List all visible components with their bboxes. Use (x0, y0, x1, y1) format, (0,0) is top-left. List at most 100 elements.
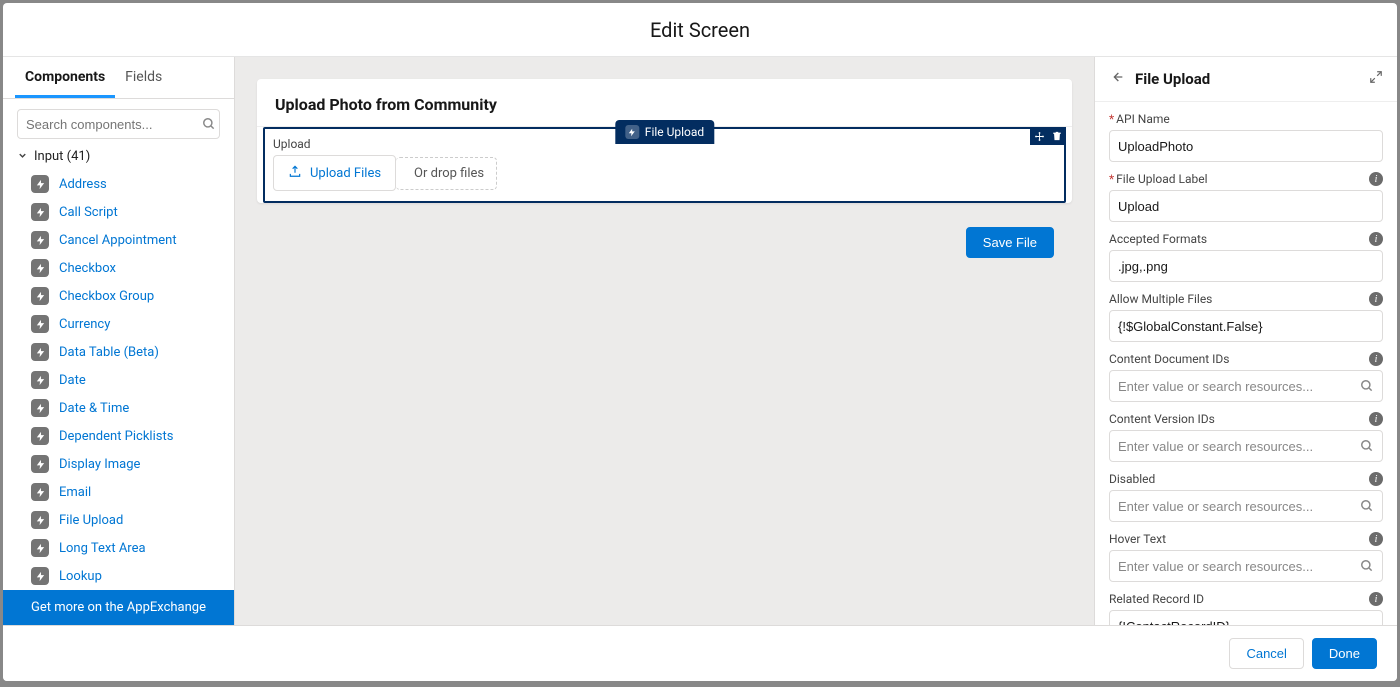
info-icon[interactable]: i (1369, 592, 1383, 606)
field-label: Accepted Formats (1109, 232, 1207, 246)
done-button[interactable]: Done (1312, 638, 1377, 669)
search-icon (1360, 379, 1374, 393)
field-input-wrapper[interactable] (1109, 250, 1383, 282)
field-label: Disabled (1109, 472, 1155, 486)
field-input[interactable] (1118, 259, 1374, 274)
info-icon[interactable]: i (1369, 412, 1383, 426)
info-icon[interactable]: i (1369, 472, 1383, 486)
expand-icon[interactable] (1369, 70, 1383, 88)
search-components-input-wrapper[interactable] (17, 109, 220, 139)
component-label: Display Image (59, 457, 140, 472)
info-icon[interactable]: i (1369, 292, 1383, 306)
cancel-button[interactable]: Cancel (1229, 638, 1303, 669)
component-label: File Upload (59, 513, 123, 528)
component-label: Address (59, 177, 107, 192)
component-list: Address Call ScriptCancel Appointment Chec… (3, 170, 234, 590)
field-input[interactable] (1118, 559, 1360, 574)
field-label: Hover Text (1109, 532, 1166, 546)
properties-panel: File Upload *API Name*File Upload Labeli… (1094, 57, 1397, 625)
field-label: Allow Multiple Files (1109, 292, 1212, 306)
field-related-record-id: Related Record ID i (1109, 592, 1383, 625)
component-icon (31, 539, 49, 557)
required-indicator: * (1109, 172, 1114, 186)
field-input[interactable] (1118, 319, 1374, 334)
section-input-label: Input (41) (34, 149, 90, 164)
field-content-version-ids: Content Version IDs i (1109, 412, 1383, 462)
component-item[interactable]: Long Text Area (17, 534, 234, 562)
component-item[interactable]: Data Table (Beta) (17, 338, 234, 366)
field-input[interactable] (1118, 439, 1360, 454)
field-input-wrapper[interactable] (1109, 610, 1383, 625)
back-icon[interactable] (1109, 69, 1125, 89)
field-label: *API Name (1109, 112, 1170, 126)
appexchange-button[interactable]: Get more on the AppExchange (3, 590, 234, 625)
field-input-wrapper[interactable] (1109, 130, 1383, 162)
field-input-wrapper[interactable] (1109, 490, 1383, 522)
component-icon (31, 511, 49, 529)
component-icon (31, 287, 49, 305)
field-input-wrapper[interactable] (1109, 430, 1383, 462)
component-icon (31, 371, 49, 389)
field-input[interactable] (1118, 499, 1360, 514)
field-input[interactable] (1118, 379, 1360, 394)
component-item[interactable]: File Upload (17, 506, 234, 534)
component-icon (31, 483, 49, 501)
info-icon[interactable]: i (1369, 232, 1383, 246)
move-handle-icon[interactable] (1030, 127, 1048, 145)
upload-files-button[interactable]: Upload Files (273, 155, 396, 191)
component-icon (31, 399, 49, 417)
components-sidebar: Components Fields Input (41) AddressCall (3, 57, 235, 625)
modal-footer: Cancel Done (3, 625, 1397, 681)
component-label: Date (59, 373, 86, 388)
search-icon (202, 117, 216, 131)
component-label: Checkbox Group (59, 289, 154, 304)
save-file-button[interactable]: Save File (966, 227, 1054, 258)
field-input-wrapper[interactable] (1109, 190, 1383, 222)
properties-title: File Upload (1135, 70, 1359, 88)
component-item[interactable]: Email (17, 478, 234, 506)
component-item[interactable]: Call Script (17, 198, 234, 226)
tab-fields[interactable]: Fields (115, 57, 172, 98)
component-icon (31, 427, 49, 445)
component-label: Checkbox (59, 261, 116, 276)
info-icon[interactable]: i (1369, 352, 1383, 366)
field-input-wrapper[interactable] (1109, 550, 1383, 582)
screen-title: Upload Photo from Community (257, 79, 1072, 126)
screen-canvas: File Upload Upload Photo from Community … (235, 57, 1094, 625)
component-handles (1030, 127, 1066, 145)
component-label: Data Table (Beta) (59, 345, 159, 360)
search-icon (1360, 499, 1374, 513)
component-label: Lookup (59, 569, 102, 584)
component-item[interactable]: Address (17, 170, 234, 198)
section-input[interactable]: Input (41) (3, 145, 234, 170)
search-icon (1360, 559, 1374, 573)
field-input-wrapper[interactable] (1109, 310, 1383, 342)
component-item[interactable]: Lookup (17, 562, 234, 590)
chevron-down-icon (17, 150, 28, 164)
component-icon (31, 315, 49, 333)
modal-title: Edit Screen (3, 3, 1397, 57)
component-item[interactable]: Checkbox Group (17, 282, 234, 310)
tab-components[interactable]: Components (15, 57, 115, 98)
field-input[interactable] (1118, 139, 1374, 154)
info-icon[interactable]: i (1369, 172, 1383, 186)
component-item[interactable]: Currency (17, 310, 234, 338)
field-input[interactable] (1118, 199, 1374, 214)
field-api-name: *API Name (1109, 112, 1383, 162)
component-item[interactable]: Cancel Appointment (17, 226, 234, 254)
required-indicator: * (1109, 112, 1114, 126)
component-item[interactable]: Date (17, 366, 234, 394)
component-item[interactable]: Checkbox (17, 254, 234, 282)
component-item[interactable]: Display Image (17, 450, 234, 478)
component-item[interactable]: Date & Time (17, 394, 234, 422)
search-icon (1360, 439, 1374, 453)
delete-handle-icon[interactable] (1048, 127, 1066, 145)
field-label: Content Version IDs (1109, 412, 1215, 426)
field-label: Related Record ID (1109, 592, 1204, 606)
component-item[interactable]: Dependent Picklists (17, 422, 234, 450)
component-label: Email (59, 485, 91, 500)
info-icon[interactable]: i (1369, 532, 1383, 546)
field-allow-multiple: Allow Multiple Files i (1109, 292, 1383, 342)
field-input-wrapper[interactable] (1109, 370, 1383, 402)
search-components-input[interactable] (26, 117, 202, 132)
